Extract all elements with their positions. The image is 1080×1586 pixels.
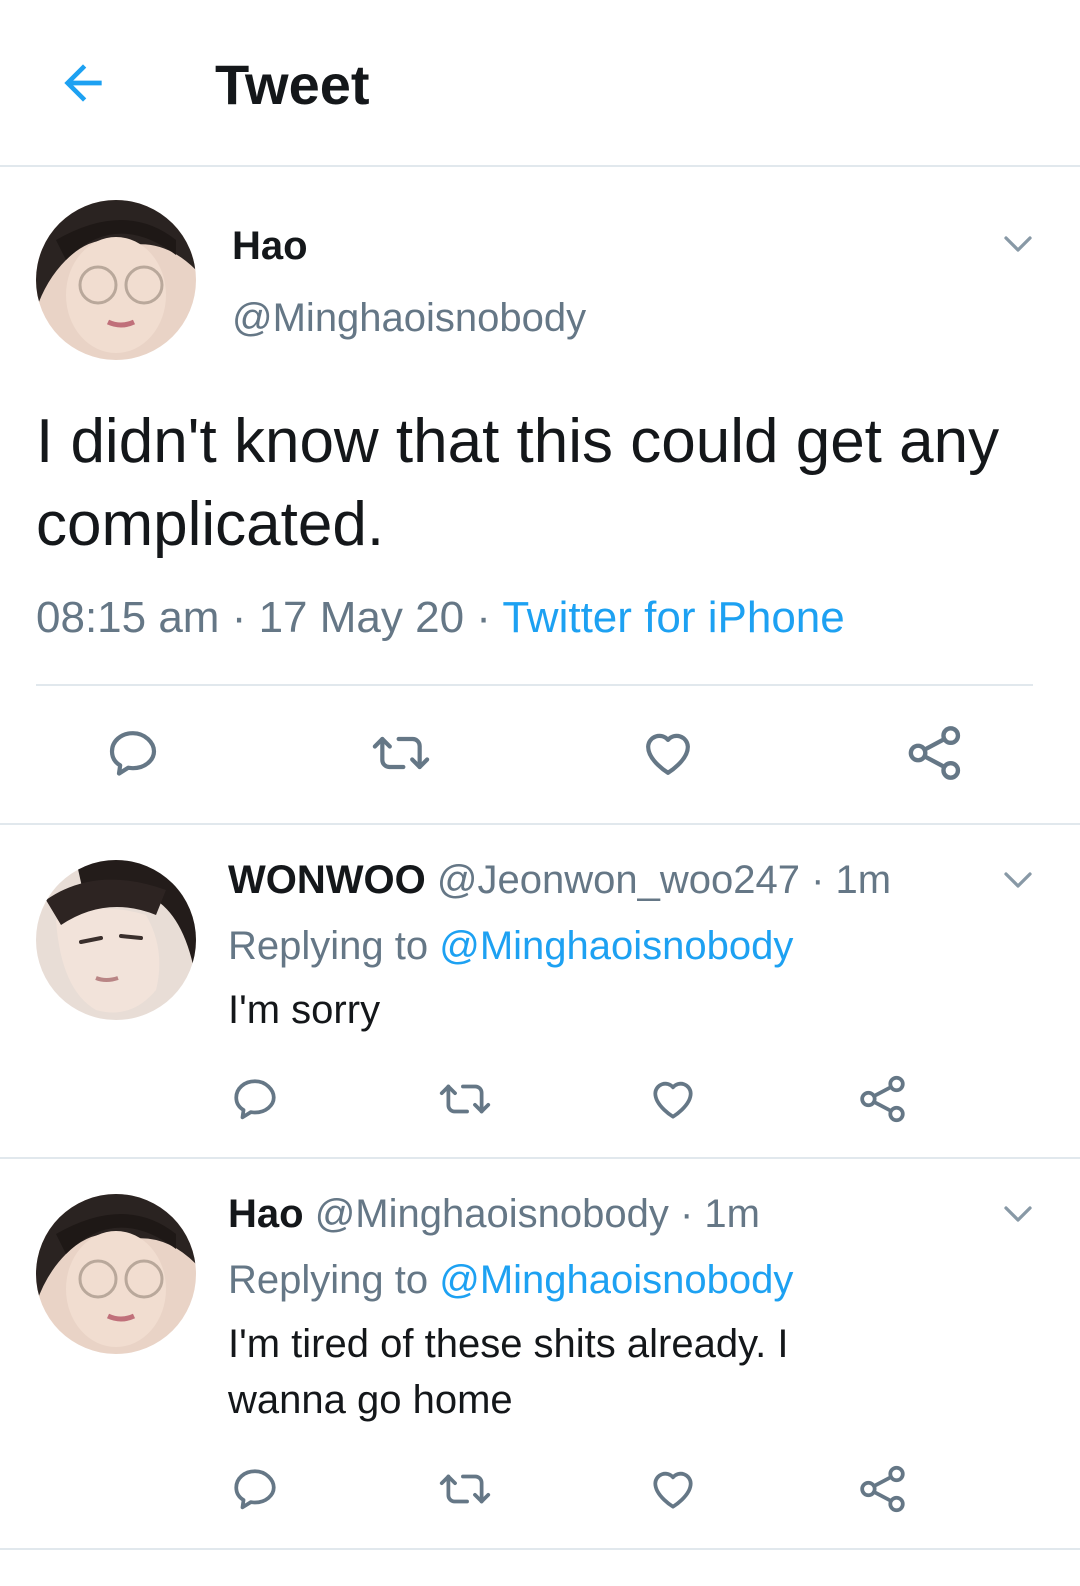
like-button[interactable]: [646, 1462, 700, 1516]
share-icon: [908, 726, 961, 780]
divider: [36, 684, 1033, 686]
tweet-metadata: 08:15 am · 17 May 20 · Twitter for iPhon…: [36, 592, 845, 644]
mention-link[interactable]: @Minghaoisnobody: [439, 1258, 793, 1302]
heart-icon: [653, 1081, 693, 1119]
share-button[interactable]: [856, 1462, 910, 1516]
author-name[interactable]: Hao: [232, 222, 308, 270]
replying-to: Replying to @Minghaoisnobody: [228, 922, 793, 970]
meta-separator: ·: [464, 593, 503, 642]
divider: [0, 1548, 1080, 1550]
divider: [0, 823, 1080, 825]
replying-label: Replying to: [228, 1258, 440, 1302]
like-button[interactable]: [646, 1072, 700, 1126]
reply-button[interactable]: [228, 1462, 282, 1516]
chevron-down-icon: [1004, 872, 1032, 888]
share-button[interactable]: [856, 1072, 910, 1126]
divider: [0, 1157, 1080, 1159]
share-icon: [860, 1465, 905, 1513]
author-handle[interactable]: @Minghaoisnobody: [315, 1192, 669, 1236]
arrow-left-icon: [64, 64, 102, 102]
retweet-icon: [439, 1084, 491, 1114]
reply-icon: [234, 1079, 276, 1120]
chevron-down-icon: [1004, 236, 1032, 252]
avatar[interactable]: [36, 1194, 196, 1354]
reply-text: I'm sorry: [228, 988, 381, 1032]
tweet-text: I didn't know that this could get any co…: [36, 407, 1000, 559]
reply-icon: [109, 731, 157, 776]
chevron-down-icon: [1004, 1206, 1032, 1222]
like-button[interactable]: [636, 722, 700, 784]
tweet-menu-button[interactable]: [996, 858, 1040, 902]
author-name[interactable]: Hao: [228, 1192, 304, 1236]
mention-link[interactable]: @Minghaoisnobody: [439, 924, 793, 968]
reply-text: I'm tired of these shits already. I wann…: [228, 1322, 789, 1422]
reply-button[interactable]: [228, 1072, 282, 1126]
page-title: Tweet: [215, 53, 370, 116]
avatar[interactable]: [36, 200, 196, 360]
tweet-menu-button[interactable]: [996, 1192, 1040, 1236]
avatar[interactable]: [36, 860, 196, 1020]
tweet-date: 17 May 20: [258, 593, 465, 642]
meta-separator: ·: [799, 858, 836, 902]
author-handle[interactable]: @Jeonwon_woo247: [437, 858, 800, 902]
heart-icon: [646, 733, 690, 775]
tweet-time: 08:15 am: [36, 593, 220, 642]
meta-separator: ·: [219, 593, 259, 642]
reply-button[interactable]: [100, 722, 166, 784]
reply-header: WONWOO @Jeonwon_woo247 · 1m: [228, 856, 891, 904]
reply-icon: [234, 1469, 276, 1510]
reply-time: 1m: [835, 858, 892, 902]
share-button[interactable]: [904, 722, 966, 784]
author-name[interactable]: WONWOO: [228, 858, 426, 902]
retweet-button[interactable]: [436, 1072, 494, 1126]
heart-icon: [653, 1471, 693, 1509]
back-button[interactable]: [50, 50, 116, 116]
reply-time: 1m: [704, 1192, 760, 1236]
tweet-source-link[interactable]: Twitter for iPhone: [502, 593, 844, 642]
reply-header: Hao @Minghaoisnobody · 1m: [228, 1190, 760, 1238]
top-bar: Tweet: [0, 0, 1080, 167]
share-icon: [860, 1075, 905, 1123]
retweet-button[interactable]: [366, 722, 436, 784]
tweet-menu-button[interactable]: [996, 222, 1040, 266]
meta-separator: ·: [668, 1192, 705, 1236]
replying-to: Replying to @Minghaoisnobody: [228, 1256, 793, 1304]
retweet-icon: [372, 736, 430, 770]
retweet-button[interactable]: [436, 1462, 494, 1516]
retweet-icon: [439, 1474, 491, 1504]
author-handle[interactable]: @Minghaoisnobody: [232, 294, 586, 342]
replying-label: Replying to: [228, 924, 440, 968]
